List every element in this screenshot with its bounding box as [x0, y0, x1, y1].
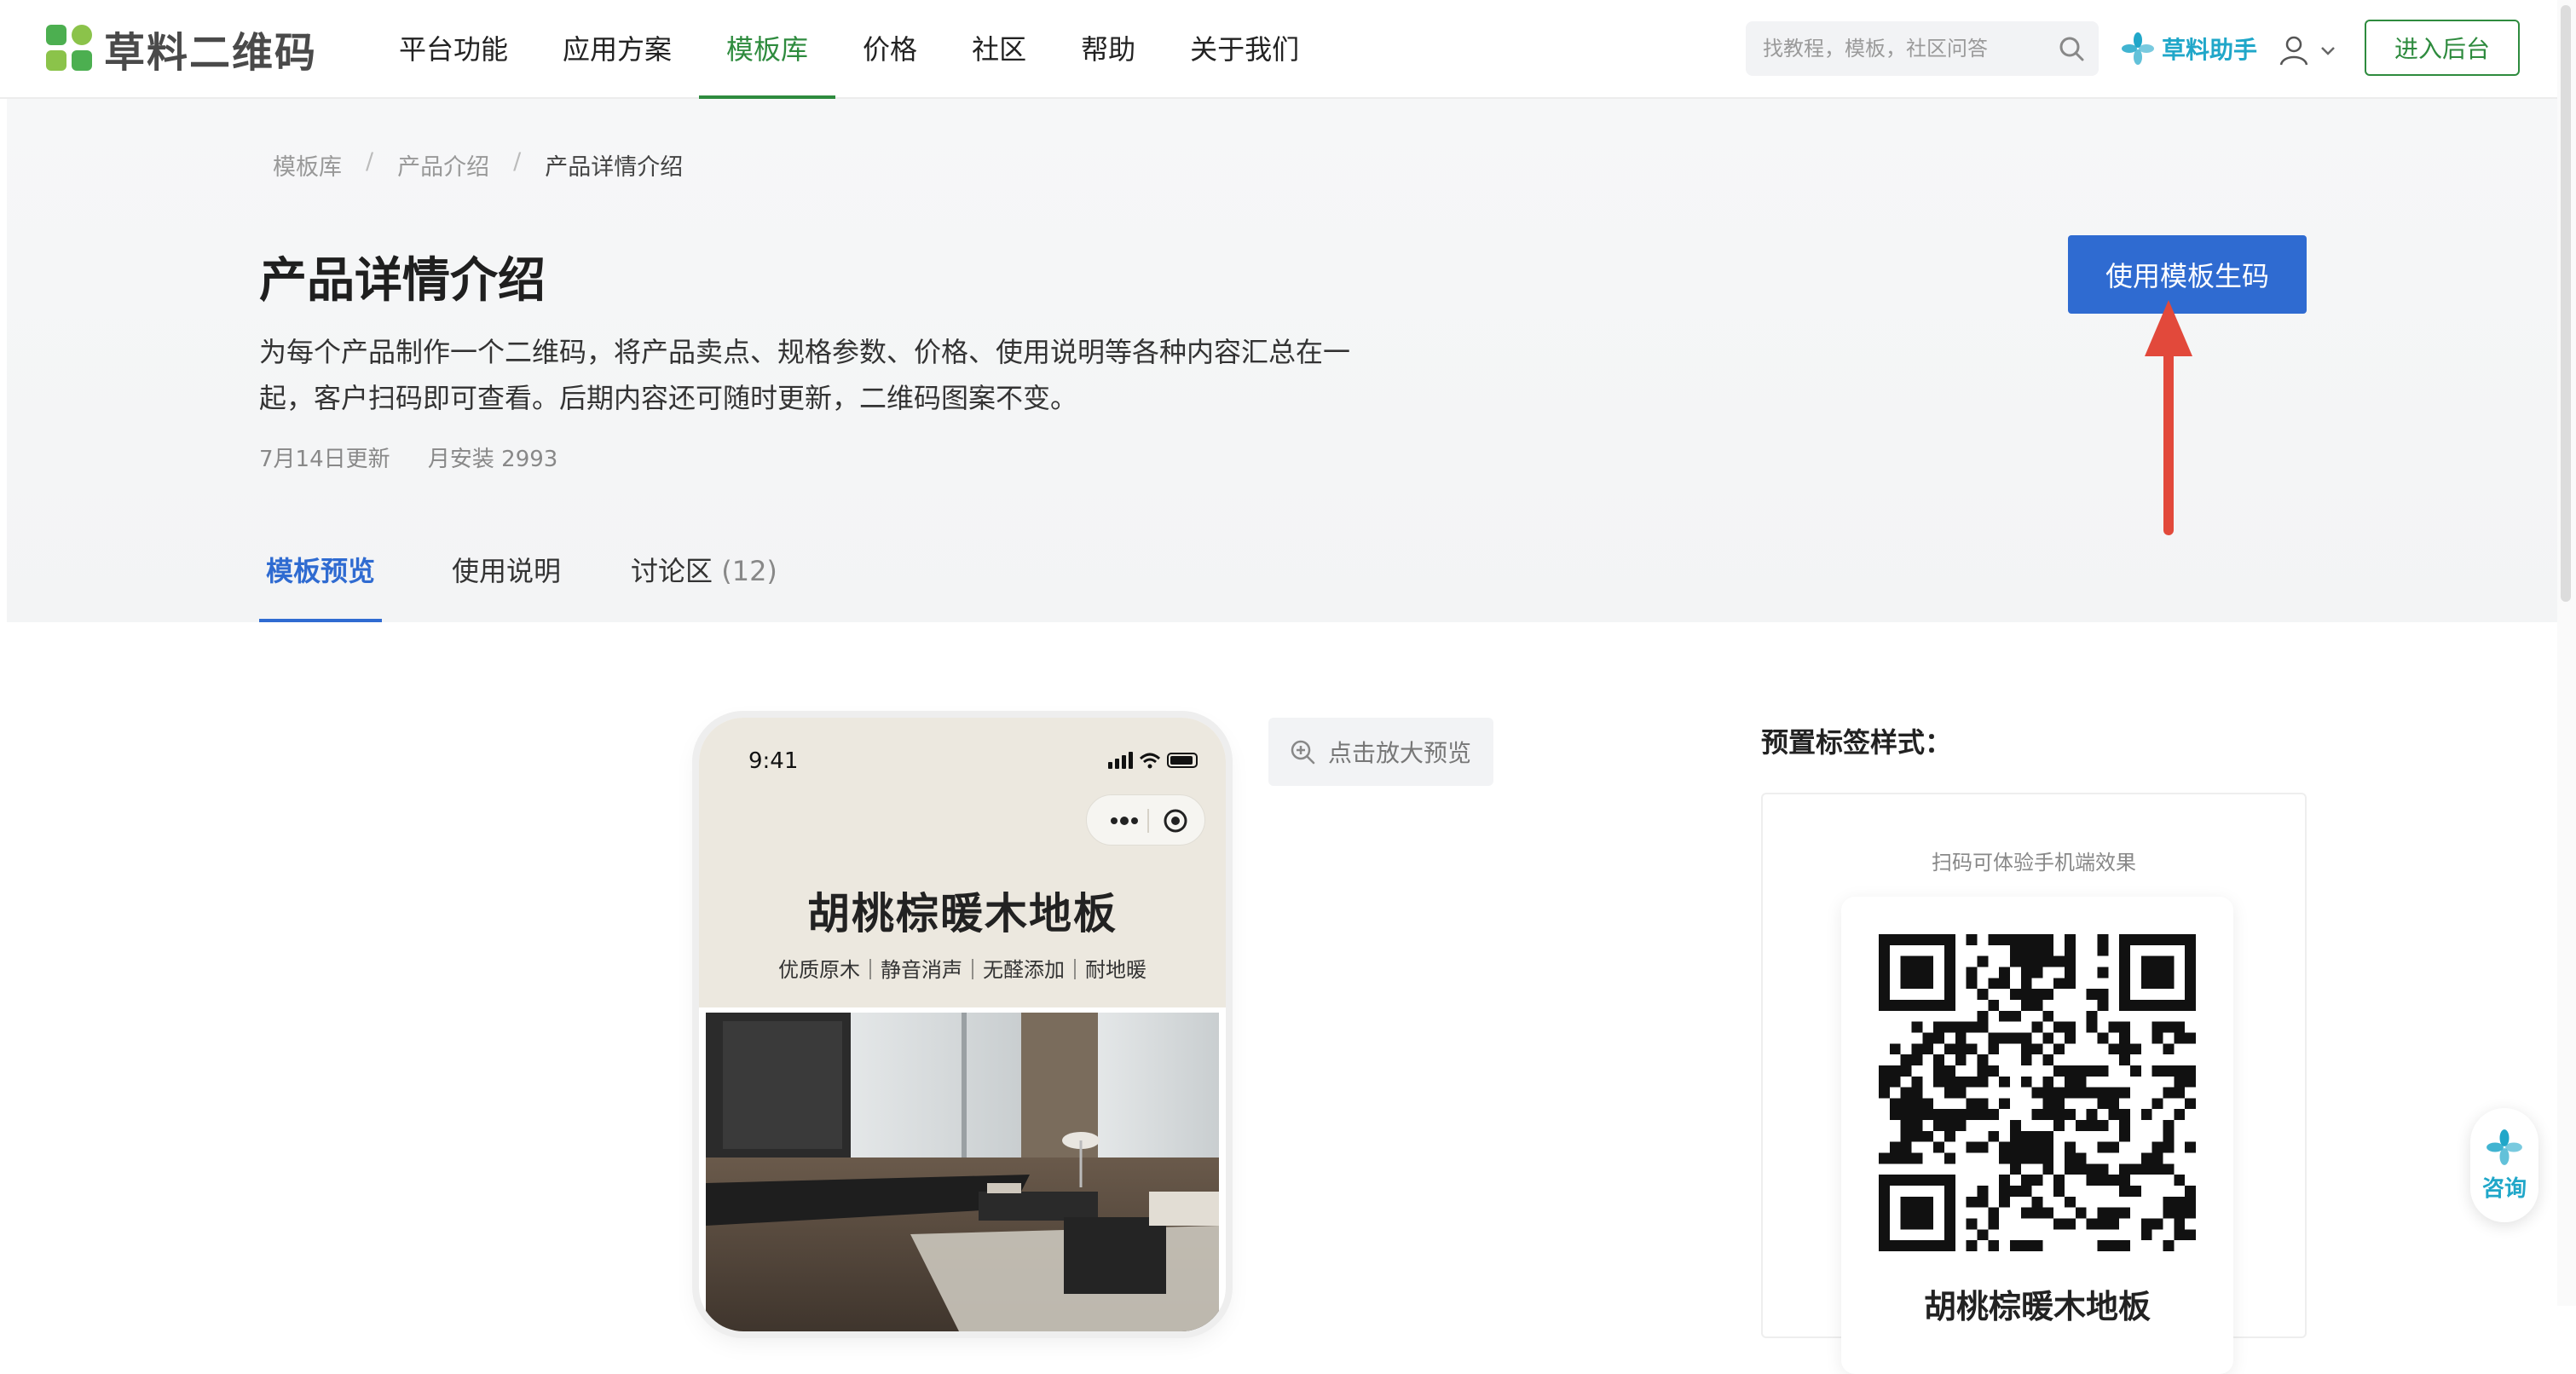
logo-icon — [46, 25, 94, 72]
nav-item-platform[interactable]: 平台功能 — [372, 0, 535, 99]
brand-name: 草料二维码 — [104, 29, 318, 77]
updated-date: 7月14日更新 — [259, 447, 390, 472]
mini-program-capsule[interactable] — [1086, 794, 1205, 846]
assistant-label: 草料助手 — [2162, 36, 2258, 64]
qr-label-card: 胡桃棕暖木地板 — [1841, 897, 2233, 1374]
scan-hint: 扫码可体验手机端效果 — [1932, 851, 2136, 875]
install-count: 月安装 2993 — [427, 447, 558, 472]
breadcrumb-item-current: 产品详情介绍 — [545, 154, 684, 181]
breadcrumb: 模板库 / 产品介绍 / 产品详情介绍 — [273, 148, 683, 182]
tab-instructions-label: 使用说明 — [452, 555, 562, 587]
qr-code-image — [1879, 934, 2196, 1251]
template-meta: 7月14日更新 月安装 2993 — [259, 442, 588, 473]
product-room-image — [706, 1013, 1219, 1331]
scrollbar-thumb[interactable] — [2561, 5, 2571, 602]
preset-style-title: 预置标签样式： — [1761, 726, 1953, 759]
chevron-down-icon — [2321, 47, 2335, 55]
brand-logo[interactable]: 草料二维码 — [46, 24, 317, 77]
tab-discussion-label: 讨论区 — [631, 555, 713, 587]
assistant-link[interactable]: 草料助手 — [2121, 27, 2257, 70]
zoom-preview-button[interactable]: 点击放大预览 — [1268, 718, 1493, 786]
page-scrollbar[interactable] — [2557, 0, 2576, 1306]
preset-style-panel: 扫码可体验手机端效果 胡桃棕暖木地板 — [1761, 793, 2307, 1374]
consult-float-button[interactable]: 咨询 — [2470, 1108, 2538, 1222]
zoom-in-icon — [1291, 740, 1315, 765]
user-menu[interactable] — [2278, 29, 2339, 72]
page-description: 为每个产品制作一个二维码，将产品卖点、规格参数、价格、使用说明等各种内容汇总在一… — [259, 336, 1351, 414]
tab-instructions[interactable]: 使用说明 — [452, 546, 561, 622]
qr-finder-pattern — [1879, 1175, 1955, 1251]
nav-item-templates[interactable]: 模板库 — [699, 0, 836, 99]
status-time: 9:41 — [748, 748, 799, 774]
nav-item-about[interactable]: 关于我们 — [1163, 0, 1326, 99]
assistant-icon — [2122, 32, 2154, 65]
product-subtitle: 优质原木｜静音消声｜无醛添加｜耐地暖 — [778, 958, 1146, 982]
tab-preview-label: 模板预览 — [266, 555, 376, 587]
zoom-preview-label: 点击放大预览 — [1328, 739, 1472, 767]
nav-item-community[interactable]: 社区 — [944, 0, 1054, 99]
breadcrumb-separator: / — [366, 148, 374, 175]
template-tabs: 模板预览 使用说明 讨论区 (12) — [259, 546, 847, 622]
product-title: 胡桃棕暖木地板 — [807, 889, 1118, 938]
consult-label: 咨询 — [2481, 1175, 2527, 1202]
breadcrumb-item-template-library[interactable]: 模板库 — [273, 148, 342, 182]
consult-icon — [2486, 1129, 2522, 1165]
breadcrumb-item-product-intro[interactable]: 产品介绍 — [397, 148, 489, 182]
enter-dashboard-button[interactable]: 进入后台 — [2365, 20, 2520, 76]
status-icons — [1108, 752, 1198, 769]
breadcrumb-separator: / — [513, 148, 522, 175]
page-title: 产品详情介绍 — [259, 253, 546, 309]
user-icon — [2279, 36, 2308, 66]
nav-item-pricing[interactable]: 价格 — [835, 0, 944, 99]
discussion-count: (12) — [721, 555, 777, 587]
tab-preview[interactable]: 模板预览 — [259, 546, 383, 622]
search-icon[interactable] — [2056, 33, 2087, 64]
red-arrow-annotation — [2145, 300, 2192, 535]
tab-discussion[interactable]: 讨论区 (12) — [631, 546, 777, 622]
nav-item-help[interactable]: 帮助 — [1054, 0, 1163, 99]
search-box — [1746, 21, 2099, 76]
qr-caption: 胡桃棕暖木地板 — [1923, 1288, 2151, 1325]
qr-finder-pattern — [2119, 934, 2196, 1011]
top-navigation: 草料二维码 平台功能 应用方案 模板库 价格 社区 帮助 关于我们 草料助手 — [0, 0, 2576, 99]
search-input[interactable] — [1761, 36, 2063, 61]
phone-preview[interactable]: 9:41 胡桃棕暖木地板 优质原木｜静音消声｜无醛添加｜耐地暖 — [699, 718, 1226, 1331]
qr-finder-pattern — [1879, 934, 1955, 1011]
nav-item-solutions[interactable]: 应用方案 — [535, 0, 699, 99]
main-nav: 平台功能 应用方案 模板库 价格 社区 帮助 关于我们 — [372, 0, 1326, 99]
